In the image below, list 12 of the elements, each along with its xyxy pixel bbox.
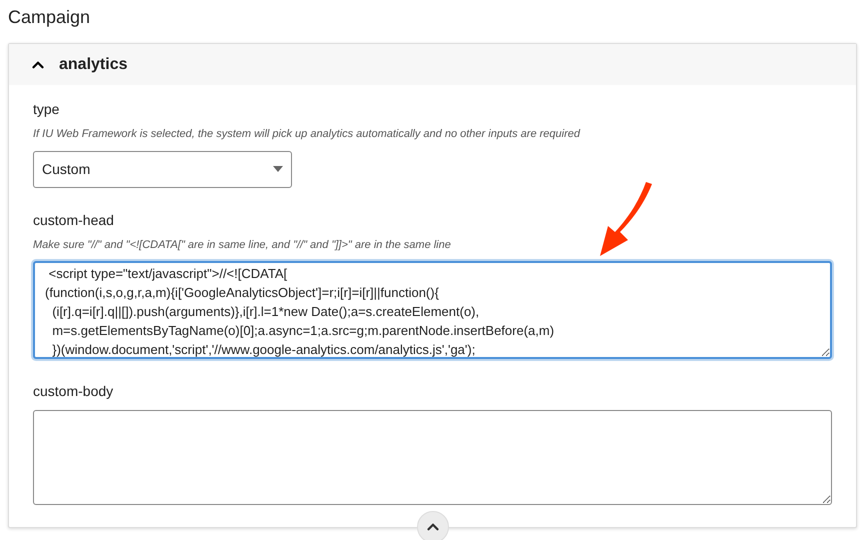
collapse-button[interactable] (416, 511, 448, 540)
field-label: custom-body (33, 382, 114, 401)
code-text-area[interactable]: <script type="text/javascript">//<![CDATA[ (function(i,s,o,g,r,a,m){i['GoogleAnalyticsObject']=r;i[r]=i[r]||function(){ (i[r].q=i[r].q||[]).push(arguments)},i[r].l=1*new Date();a=s.createElement(o), m=s.getElementsByTagName(o)[0];a.async=1;a.src=g;m.parentNode.insertBefore(a,m) })(window.document,'script','//www.google-analytics.com/analytics.js','ga'); (33, 261, 832, 359)
accordion-header[interactable]: analytics (9, 44, 856, 85)
code-text-area[interactable] (33, 410, 832, 505)
field-hint: Make sure "//" and "<![CDATA[" are in same line, and "//" and "]]>" are in the same line (33, 238, 451, 252)
field-label: type (33, 100, 60, 119)
type-select[interactable]: Custom (33, 150, 292, 188)
page-title: Campaign (8, 6, 90, 29)
field-label: custom-head (33, 210, 114, 230)
field-hint: If IU Web Framework is selected, the system will pick up analytics automatically and no other inputs are required (33, 127, 580, 142)
dropdown-caret-icon (273, 166, 283, 172)
